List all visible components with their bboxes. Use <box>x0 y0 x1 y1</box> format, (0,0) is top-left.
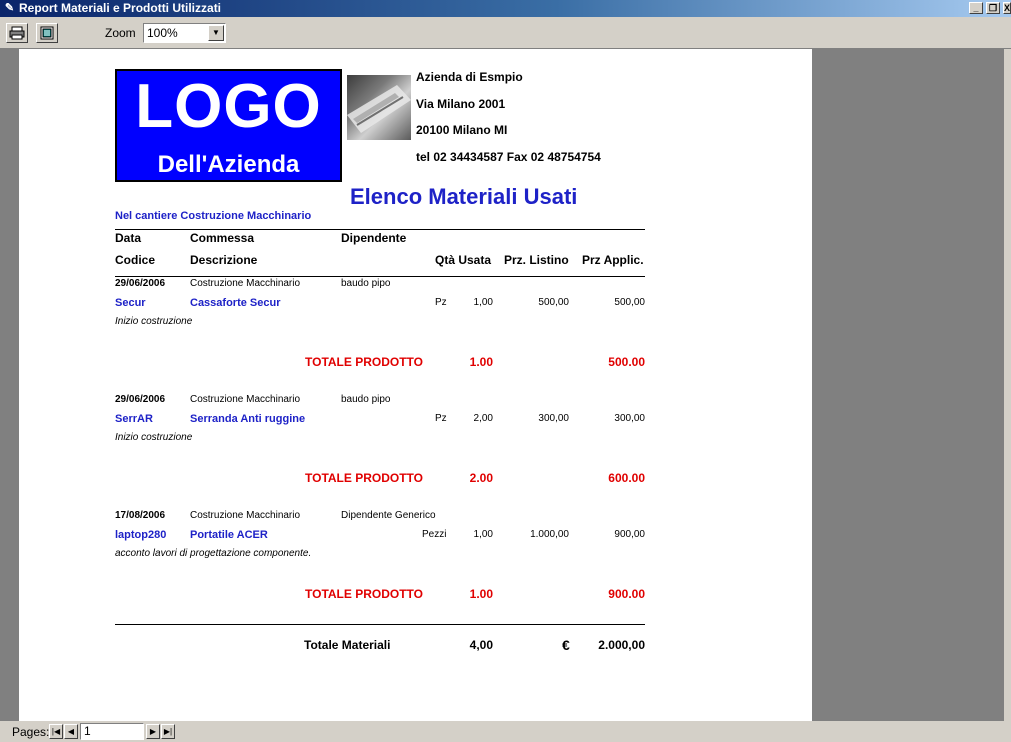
page-setup-button[interactable] <box>36 23 58 43</box>
col-header-commessa: Commessa <box>190 231 255 245</box>
company-contacts: tel 02 34434587 Fax 02 48754754 <box>416 150 601 164</box>
col-header-codice: Codice <box>115 253 156 267</box>
company-name: Azienda di Esmpio <box>416 70 523 84</box>
entry-date: 29/06/2006 <box>115 278 166 289</box>
report-preview-area[interactable]: LOGO Dell'Azienda Azienda di Esmpio Via … <box>0 49 1011 721</box>
grand-total-label: Totale Materiali <box>304 638 391 652</box>
company-address: Via Milano 2001 <box>416 97 506 111</box>
grand-total-qta: 4,00 <box>469 638 493 652</box>
entry-descrizione: Cassaforte Secur <box>190 297 281 309</box>
restore-button[interactable]: ❐ <box>986 2 1000 14</box>
entry-listino: 1.000,00 <box>530 529 569 540</box>
grand-total-amount: 2.000,00 <box>598 638 645 652</box>
entry-dipendente: baudo pipo <box>341 278 391 289</box>
close-button[interactable]: X <box>1003 2 1011 14</box>
zoom-label: Zoom <box>105 26 136 40</box>
report-subtitle: Nel cantiere Costruzione Macchinario <box>115 210 312 222</box>
entry-codice: Secur <box>115 297 146 309</box>
col-header-data: Data <box>115 231 142 245</box>
col-header-descrizione: Descrizione <box>190 253 258 267</box>
entry-note: Inizio costruzione <box>115 316 193 327</box>
entry-total-amount: 500.00 <box>608 355 645 369</box>
entry-total-label: TOTALE PRODOTTO <box>305 355 424 369</box>
first-page-button[interactable]: |◀ <box>49 724 63 739</box>
entry-qta: 1,00 <box>473 297 493 308</box>
entry-applic: 900,00 <box>614 529 645 540</box>
toolbar: Zoom 100% ▼ <box>0 17 1011 49</box>
entry-total-label: TOTALE PRODOTTO <box>305 471 424 485</box>
print-button[interactable] <box>6 23 28 43</box>
zoom-select[interactable]: 100% ▼ <box>143 23 226 43</box>
next-page-button[interactable]: ▶ <box>146 724 160 739</box>
company-photo <box>347 75 411 140</box>
col-header-applic: Prz Applic. <box>582 253 644 267</box>
page-navigation-bar: Pages: |◀ ◀ 1 ▶ ▶| <box>0 721 1011 742</box>
entry-note: acconto lavori di progettazione componen… <box>115 548 312 559</box>
entry-total-qta: 2.00 <box>469 471 493 485</box>
grand-total-rule <box>115 624 645 625</box>
col-header-qta: Qtà Usata <box>435 253 492 267</box>
entry-applic: 500,00 <box>614 297 645 308</box>
logo-text: LOGO <box>135 72 322 141</box>
page-number-input[interactable]: 1 <box>80 723 144 740</box>
entry-codice: laptop280 <box>115 529 167 541</box>
entry-um: Pezzi <box>422 529 447 540</box>
printer-icon <box>9 26 25 40</box>
entry-descrizione: Serranda Anti ruggine <box>190 413 306 425</box>
pages-label: Pages: <box>12 725 50 739</box>
entry-total-qta: 1.00 <box>469 355 493 369</box>
entry-applic: 300,00 <box>614 413 645 424</box>
window-titlebar: ✎ Report Materiali e Prodotti Utilizzati… <box>0 0 1011 17</box>
vertical-scrollbar[interactable] <box>1004 49 1011 721</box>
entry-total-label: TOTALE PRODOTTO <box>305 587 424 601</box>
entry-dipendente: Dipendente Generico <box>341 510 436 521</box>
entry-qta: 2,00 <box>473 413 493 424</box>
report-title: Elenco Materiali Usati <box>350 184 578 209</box>
entry-qta: 1,00 <box>473 529 493 540</box>
window-title: Report Materiali e Prodotti Utilizzati <box>19 1 222 15</box>
minimize-button[interactable]: _ <box>969 2 983 14</box>
entry-commessa: Costruzione Macchinario <box>190 394 301 405</box>
zoom-value: 100% <box>147 26 178 40</box>
entry-um: Pz <box>435 413 447 424</box>
last-page-button[interactable]: ▶| <box>161 724 175 739</box>
col-header-dipendente: Dipendente <box>341 231 407 245</box>
header-bottom-rule <box>115 276 645 277</box>
entry-total-amount: 900.00 <box>608 587 645 601</box>
entry-listino: 500,00 <box>538 297 569 308</box>
header-top-rule <box>115 229 645 230</box>
report-page: LOGO Dell'Azienda Azienda di Esmpio Via … <box>19 49 812 721</box>
company-city: 20100 Milano MI <box>416 123 508 137</box>
prev-page-button[interactable]: ◀ <box>64 724 78 739</box>
page-setup-icon <box>40 26 54 40</box>
company-logo: LOGO Dell'Azienda <box>114 68 343 183</box>
logo-subtext: Dell'Azienda <box>157 151 300 178</box>
entry-total-qta: 1.00 <box>469 587 493 601</box>
entry-total-amount: 600.00 <box>608 471 645 485</box>
entry-codice: SerrAR <box>115 413 153 425</box>
report-icon[interactable]: ✎ <box>3 2 16 15</box>
chevron-down-icon[interactable]: ▼ <box>208 25 224 41</box>
entry-commessa: Costruzione Macchinario <box>190 278 301 289</box>
entry-descrizione: Portatile ACER <box>190 529 268 541</box>
entry-date: 29/06/2006 <box>115 394 166 405</box>
entry-listino: 300,00 <box>538 413 569 424</box>
entry-date: 17/08/2006 <box>115 510 166 521</box>
entry-um: Pz <box>435 297 447 308</box>
col-header-listino: Prz. Listino <box>504 253 569 267</box>
entry-commessa: Costruzione Macchinario <box>190 510 301 521</box>
entry-note: Inizio costruzione <box>115 432 193 443</box>
entry-dipendente: baudo pipo <box>341 394 391 405</box>
